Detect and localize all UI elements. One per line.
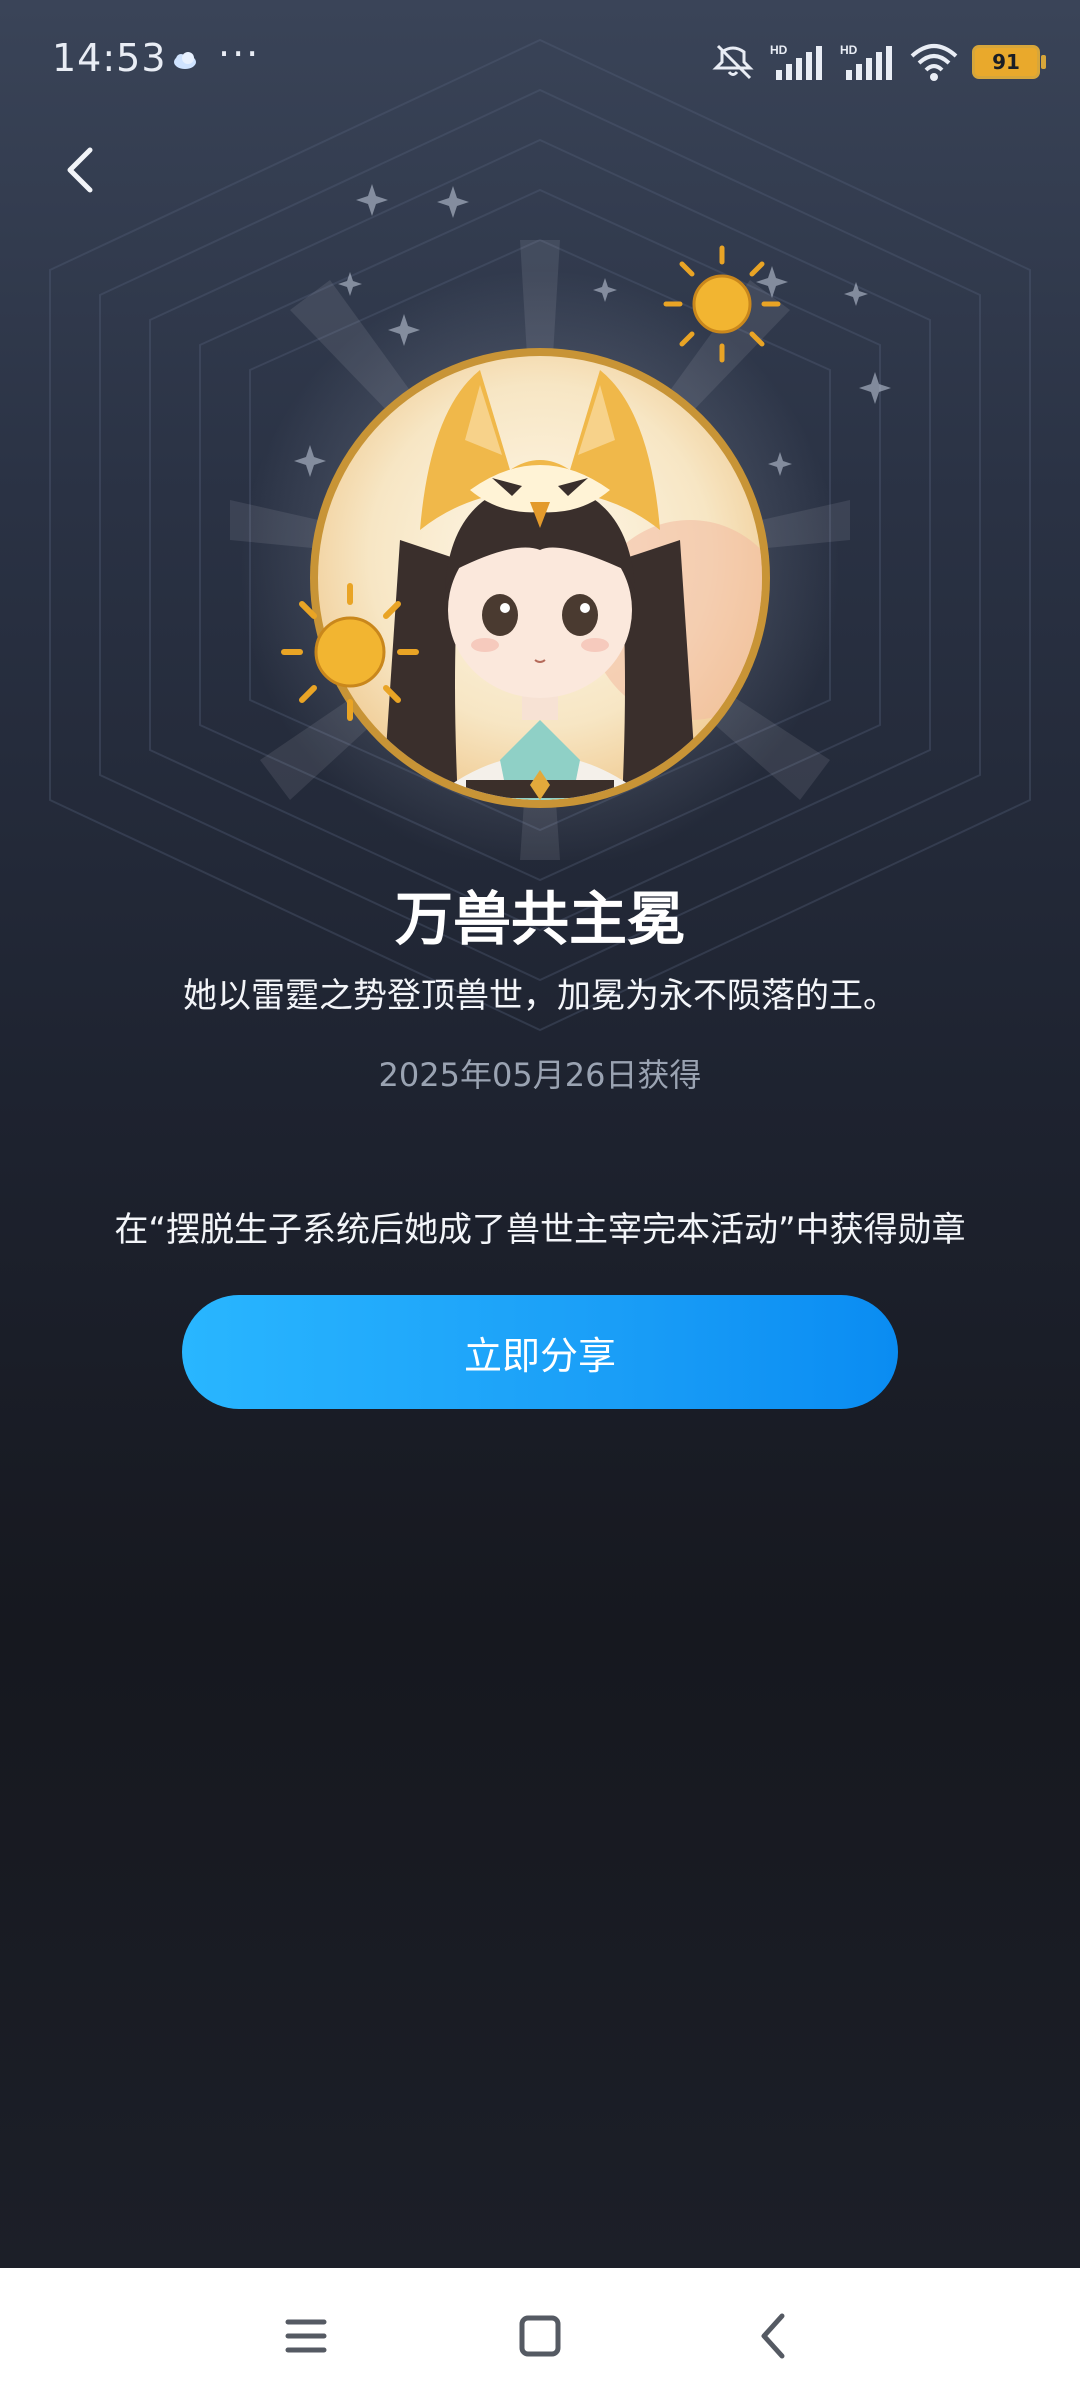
medal-title: 万兽共主冕: [394, 885, 685, 953]
share-button[interactable]: 立即分享: [182, 1295, 898, 1409]
signal-hd-icon: HD: [840, 43, 892, 80]
mute-icon: [712, 44, 754, 80]
status-bar: 14:53 ··· HD HD 91: [0, 0, 1080, 120]
system-nav-bar: [0, 2268, 1080, 2400]
medal-obtained-date: 2025年05月26日获得: [378, 1056, 702, 1094]
medal-detail-screen: 14:53 ··· HD HD 91 万兽共主冕 她以雷霆之势登顶兽世，加冕为永…: [0, 0, 1080, 2268]
back-button[interactable]: [52, 140, 112, 200]
battery-icon: 91: [972, 45, 1046, 79]
medal-description: 她以雷霆之势登顶兽世，加冕为永不陨落的王。: [183, 976, 897, 1016]
menu-icon[interactable]: [278, 2308, 334, 2364]
svg-text:HD: HD: [840, 43, 858, 57]
svg-text:HD: HD: [770, 43, 788, 57]
weather-cloud-icon: [174, 52, 196, 69]
medal-source-text: 在“摆脱生子系统后她成了兽世主宰完本活动”中获得勋章: [114, 1210, 966, 1250]
more-notifications-icon: ···: [218, 32, 261, 76]
medal-badge-image: [230, 240, 850, 860]
home-icon[interactable]: [512, 2308, 568, 2364]
back-icon[interactable]: [746, 2308, 802, 2364]
wifi-icon: [910, 44, 958, 81]
status-time: 14:53: [52, 36, 167, 80]
status-icons: HD HD 91: [710, 40, 1046, 84]
signal-hd-icon: HD: [770, 43, 822, 80]
